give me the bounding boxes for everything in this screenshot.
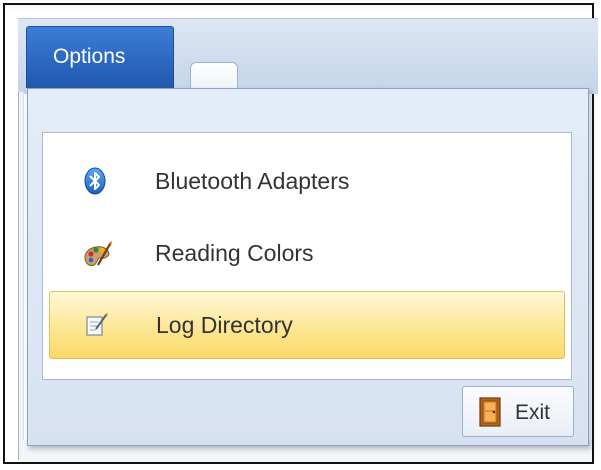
bluetooth-icon <box>81 167 109 195</box>
menu-item-reading-colors[interactable]: Reading Colors <box>49 219 565 287</box>
options-menu: Bluetooth Adapters Reading Colors Log Di… <box>27 88 589 446</box>
menu-item-label: Reading Colors <box>155 239 314 266</box>
menu-item-label: Log Directory <box>156 311 293 338</box>
options-menu-list: Bluetooth Adapters Reading Colors Log Di… <box>42 132 572 380</box>
window-left-edge <box>18 92 24 460</box>
palette-icon <box>81 239 112 267</box>
menu-item-label: Bluetooth Adapters <box>155 167 350 194</box>
exit-door-icon <box>479 397 501 427</box>
menu-item-bluetooth-adapters[interactable]: Bluetooth Adapters <box>49 147 565 215</box>
exit-button-label: Exit <box>515 401 551 424</box>
options-tab-label: Options <box>53 45 126 68</box>
options-tab[interactable]: Options <box>26 26 174 88</box>
ribbon-tab-stub[interactable] <box>190 62 238 90</box>
exit-button[interactable]: Exit <box>462 386 574 437</box>
menu-item-log-directory[interactable]: Log Directory <box>49 291 565 359</box>
log-file-icon <box>82 311 110 339</box>
